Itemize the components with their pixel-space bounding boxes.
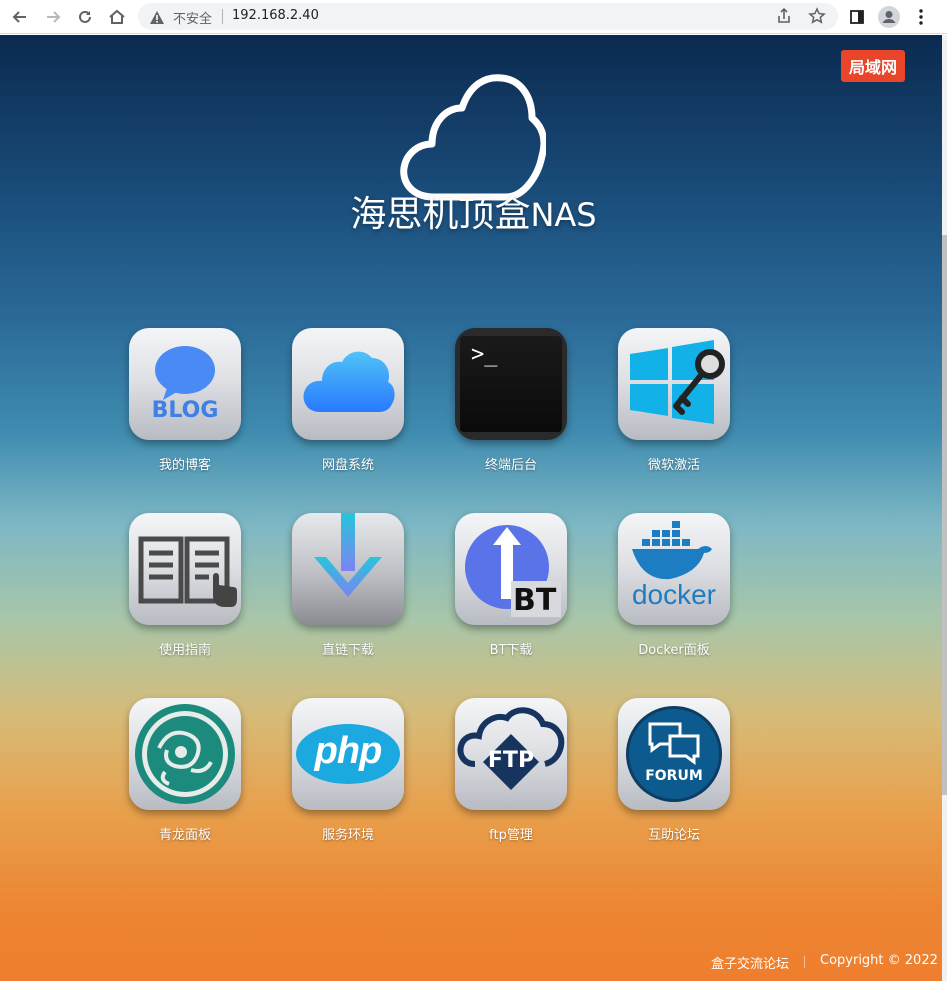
- app-label[interactable]: 网盘系统: [292, 454, 404, 473]
- app-qinglong[interactable]: 青龙面板: [129, 698, 241, 843]
- app-label[interactable]: 使用指南: [129, 639, 241, 658]
- scrollbar[interactable]: [942, 35, 947, 981]
- address-bar[interactable]: 不安全 192.168.2.40: [138, 3, 838, 30]
- blog-icon-text: BLOG: [151, 398, 219, 423]
- app-label[interactable]: ftp管理: [455, 824, 567, 843]
- page-title-cn: 海思机顶盒: [350, 194, 531, 235]
- omnibox-divider: [222, 9, 223, 24]
- warning-icon[interactable]: [150, 9, 164, 28]
- forward-icon[interactable]: [41, 5, 65, 29]
- terminal-icon[interactable]: >_: [455, 328, 567, 440]
- bt-icon[interactable]: BT: [455, 513, 567, 625]
- forum-icon[interactable]: FORUM: [618, 698, 730, 810]
- app-blog[interactable]: BLOG 我的博客: [129, 328, 241, 473]
- footer-forum-link[interactable]: 盒子交流论坛: [711, 953, 789, 972]
- app-label[interactable]: 我的博客: [129, 454, 241, 473]
- php-icon[interactable]: php: [292, 698, 404, 810]
- page-title: 海思机顶盒NAS: [0, 185, 947, 237]
- blog-icon[interactable]: BLOG: [129, 328, 241, 440]
- home-icon[interactable]: [105, 5, 129, 29]
- app-direct-download[interactable]: 直链下载: [292, 513, 404, 658]
- profile-avatar-icon[interactable]: [877, 5, 901, 29]
- security-label[interactable]: 不安全: [173, 8, 212, 27]
- dragon-icon[interactable]: [129, 698, 241, 810]
- docker-icon[interactable]: docker: [618, 513, 730, 625]
- share-icon[interactable]: [775, 7, 793, 29]
- browser-toolbar: 不安全 192.168.2.40: [0, 0, 947, 34]
- menu-kebab-icon[interactable]: [909, 5, 933, 29]
- back-icon[interactable]: [8, 5, 32, 29]
- ftp-icon[interactable]: FTP: [455, 698, 567, 810]
- app-service-env[interactable]: php 服务环境: [292, 698, 404, 843]
- app-forum[interactable]: FORUM 互助论坛: [618, 698, 730, 843]
- bookmark-star-icon[interactable]: [808, 7, 826, 29]
- app-label[interactable]: 终端后台: [455, 454, 567, 473]
- app-bt-download[interactable]: BT BT下载: [455, 513, 567, 658]
- page-title-en: NAS: [530, 196, 597, 234]
- app-terminal[interactable]: >_ 终端后台: [455, 328, 567, 473]
- app-label[interactable]: Docker面板: [618, 639, 730, 658]
- app-label[interactable]: 微软激活: [618, 454, 730, 473]
- footer-copyright: Copyright © 2022: [820, 953, 938, 968]
- app-label[interactable]: 服务环境: [292, 824, 404, 843]
- lan-badge[interactable]: 局域网: [841, 50, 905, 82]
- docker-icon-text: docker: [631, 579, 717, 610]
- app-label[interactable]: 互助论坛: [618, 824, 730, 843]
- bt-icon-text: BT: [513, 583, 557, 618]
- app-ftp[interactable]: FTP ftp管理: [455, 698, 567, 843]
- ftp-icon-text: FTP: [487, 748, 535, 773]
- terminal-prompt-text: >_: [471, 342, 498, 367]
- scrollbar-thumb[interactable]: [942, 235, 947, 795]
- footer-separator: [804, 956, 805, 968]
- forum-icon-text: FORUM: [645, 768, 703, 784]
- app-guide[interactable]: 使用指南: [129, 513, 241, 658]
- windows-key-icon[interactable]: [618, 328, 730, 440]
- app-docker[interactable]: docker Docker面板: [618, 513, 730, 658]
- icloud-icon[interactable]: [292, 328, 404, 440]
- side-panel-icon[interactable]: [845, 5, 869, 29]
- book-icon[interactable]: [129, 513, 241, 625]
- app-netdisk[interactable]: 网盘系统: [292, 328, 404, 473]
- url-text[interactable]: 192.168.2.40: [232, 8, 319, 23]
- app-label[interactable]: 直链下载: [292, 639, 404, 658]
- reload-icon[interactable]: [73, 5, 97, 29]
- download-arrow-icon[interactable]: [292, 513, 404, 625]
- php-icon-text: php: [314, 730, 383, 772]
- app-label[interactable]: BT下载: [455, 639, 567, 658]
- app-label[interactable]: 青龙面板: [129, 824, 241, 843]
- app-ms-activate[interactable]: 微软激活: [618, 328, 730, 473]
